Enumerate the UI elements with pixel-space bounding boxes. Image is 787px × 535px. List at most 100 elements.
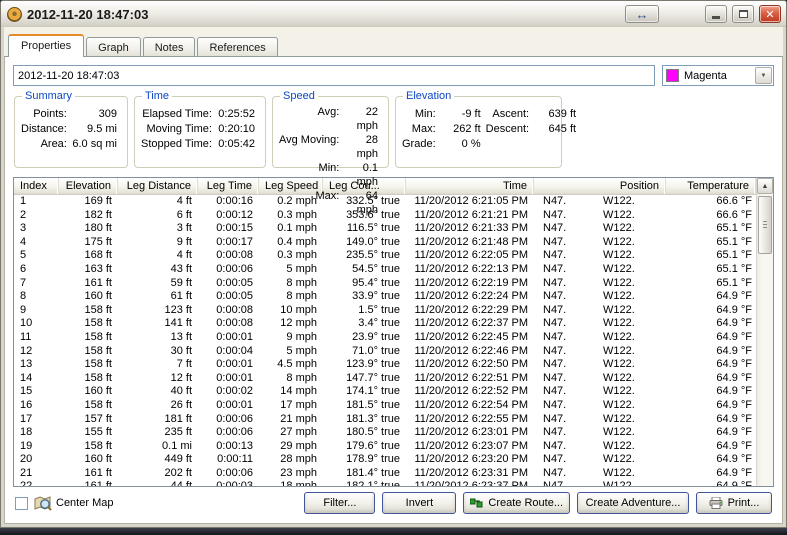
cell: 11/20/2012 6:21:48 PM	[406, 236, 534, 250]
column-header-index[interactable]: Index	[14, 178, 59, 194]
cell-position: N47.W122.	[534, 399, 666, 413]
table-row[interactable]: 17157 ft181 ft0:00:0621 mph181.3° true11…	[14, 413, 756, 427]
table-row[interactable]: 8160 ft61 ft0:00:058 mph33.9° true11/20/…	[14, 290, 756, 304]
minimize-button[interactable]	[705, 5, 727, 23]
table-row[interactable]: 18155 ft235 ft0:00:0627 mph180.5° true11…	[14, 426, 756, 440]
maximize-button[interactable]	[732, 5, 754, 23]
vertical-scrollbar[interactable]: ▲	[756, 178, 773, 486]
cell: 160 ft	[59, 453, 118, 467]
cell: 123.9° true	[323, 358, 406, 372]
track-color-dropdown[interactable]: Magenta ▼	[662, 65, 774, 86]
column-header-leg-time[interactable]: Leg Time	[198, 178, 259, 194]
chevron-down-icon[interactable]: ▼	[755, 67, 772, 84]
table-row[interactable]: 5168 ft4 ft0:00:080.3 mph235.5° true11/2…	[14, 249, 756, 263]
table-row[interactable]: 7161 ft59 ft0:00:058 mph95.4° true11/20/…	[14, 277, 756, 291]
create-adventure-button[interactable]: Create Adventure...	[577, 492, 689, 514]
time-group-title: Time	[142, 90, 172, 103]
center-map-checkbox[interactable]	[15, 497, 28, 510]
column-header-elevation[interactable]: Elevation	[59, 178, 118, 194]
table-row[interactable]: 20160 ft449 ft0:00:1128 mph178.9° true11…	[14, 453, 756, 467]
elevation-group: Elevation Min:-9 ft Ascent:639 ft Max:26…	[395, 96, 562, 168]
cell: 0:00:01	[198, 399, 259, 413]
print-button-label: Print...	[728, 497, 760, 509]
minimize-icon	[712, 16, 720, 19]
cell: 11/20/2012 6:22:50 PM	[406, 358, 534, 372]
cell-temperature: 64.9 °F	[666, 385, 756, 399]
cell: 12 mph	[259, 317, 323, 331]
cell: 8 mph	[259, 277, 323, 291]
print-button[interactable]: Print...	[696, 492, 772, 514]
cell: 0.1 mi	[118, 440, 198, 454]
track-name-input[interactable]	[13, 65, 655, 86]
cell: 1	[14, 195, 59, 209]
table-row[interactable]: 9158 ft123 ft0:00:0810 mph1.5° true11/20…	[14, 304, 756, 318]
cell: 11/20/2012 6:22:37 PM	[406, 317, 534, 331]
cell-temperature: 65.1 °F	[666, 263, 756, 277]
titlebar: 2012-11-20 18:47:03 ↔ ✕	[1, 1, 786, 27]
cell: 158 ft	[59, 399, 118, 413]
cell: 4.5 mph	[259, 358, 323, 372]
area-value: 6.0 sq mi	[72, 137, 121, 152]
cell: 7 ft	[118, 358, 198, 372]
cell: 158 ft	[59, 372, 118, 386]
cell: 95.4° true	[323, 277, 406, 291]
cell: 26 ft	[118, 399, 198, 413]
cell: 5	[14, 249, 59, 263]
cell: 11/20/2012 6:22:05 PM	[406, 249, 534, 263]
color-swatch	[666, 69, 679, 82]
filter-button[interactable]: Filter...	[304, 492, 375, 514]
cell: 7	[14, 277, 59, 291]
detach-window-button[interactable]: ↔	[625, 5, 659, 23]
cell: 180 ft	[59, 222, 118, 236]
cell: 11/20/2012 6:22:51 PM	[406, 372, 534, 386]
table-row[interactable]: 19158 ft0.1 mi0:00:1329 mph179.6° true11…	[14, 440, 756, 454]
cell: 9 mph	[259, 331, 323, 345]
table-row[interactable]: 3180 ft3 ft0:00:150.1 mph116.5° true11/2…	[14, 222, 756, 236]
descent-value: 645 ft	[534, 122, 576, 137]
table-row[interactable]: 2182 ft6 ft0:00:120.3 mph353.6° true11/2…	[14, 209, 756, 223]
column-header-temperature[interactable]: Temperature	[666, 178, 756, 194]
table-row[interactable]: 15160 ft40 ft0:00:0214 mph174.1° true11/…	[14, 385, 756, 399]
cell-position: N47.W122.	[534, 385, 666, 399]
cell-temperature: 65.1 °F	[666, 277, 756, 291]
cell: 33.9° true	[323, 290, 406, 304]
table-row[interactable]: 6163 ft43 ft0:00:065 mph54.5° true11/20/…	[14, 263, 756, 277]
table-row[interactable]: 4175 ft9 ft0:00:170.4 mph149.0° true11/2…	[14, 236, 756, 250]
table-row[interactable]: 10158 ft141 ft0:00:0812 mph3.4° true11/2…	[14, 317, 756, 331]
table-row[interactable]: 22161 ft44 ft0:00:0318 mph182.1° true11/…	[14, 480, 756, 486]
avg-speed-value: 22 mph	[344, 105, 382, 133]
invert-button-label: Invert	[406, 497, 434, 509]
close-button[interactable]: ✕	[759, 5, 781, 23]
table-row[interactable]: 13158 ft7 ft0:00:014.5 mph123.9° true11/…	[14, 358, 756, 372]
tab-graph[interactable]: Graph	[86, 37, 141, 57]
column-header-position[interactable]: Position	[534, 178, 666, 194]
cell: 178.9° true	[323, 453, 406, 467]
tab-properties[interactable]: Properties	[8, 34, 84, 57]
table-row[interactable]: 11158 ft13 ft0:00:019 mph23.9° true11/20…	[14, 331, 756, 345]
summary-group: Summary Points:309 Distance:9.5 mi Area:…	[14, 96, 128, 168]
scrollbar-thumb[interactable]	[758, 196, 772, 254]
cell-temperature: 65.1 °F	[666, 249, 756, 263]
table-row[interactable]: 12158 ft30 ft0:00:045 mph71.0° true11/20…	[14, 345, 756, 359]
table-row[interactable]: 16158 ft26 ft0:00:0117 mph181.5° true11/…	[14, 399, 756, 413]
table-row[interactable]: 1169 ft4 ft0:00:160.2 mph332.5° true11/2…	[14, 195, 756, 209]
cell: 11	[14, 331, 59, 345]
cell: 5 mph	[259, 263, 323, 277]
cell: 0:00:05	[198, 277, 259, 291]
tab-references[interactable]: References	[197, 37, 277, 57]
tab-strip: Properties Graph Notes References	[4, 27, 783, 56]
column-header-time[interactable]: Time	[406, 178, 534, 194]
properties-tab-page: Magenta ▼ Summary Points:309 Distance:9.…	[4, 56, 783, 524]
tab-notes[interactable]: Notes	[143, 37, 196, 57]
scroll-up-button[interactable]: ▲	[757, 178, 773, 194]
cell: 3	[14, 222, 59, 236]
cell: 155 ft	[59, 426, 118, 440]
table-row[interactable]: 14158 ft12 ft0:00:018 mph147.7° true11/2…	[14, 372, 756, 386]
cell: 10 mph	[259, 304, 323, 318]
invert-button[interactable]: Invert	[382, 492, 456, 514]
cell: 179.6° true	[323, 440, 406, 454]
cell-position: N47.W122.	[534, 249, 666, 263]
column-header-leg-distance[interactable]: Leg Distance	[118, 178, 198, 194]
create-route-button[interactable]: Create Route...	[463, 492, 570, 514]
table-row[interactable]: 21161 ft202 ft0:00:0623 mph181.4° true11…	[14, 467, 756, 481]
